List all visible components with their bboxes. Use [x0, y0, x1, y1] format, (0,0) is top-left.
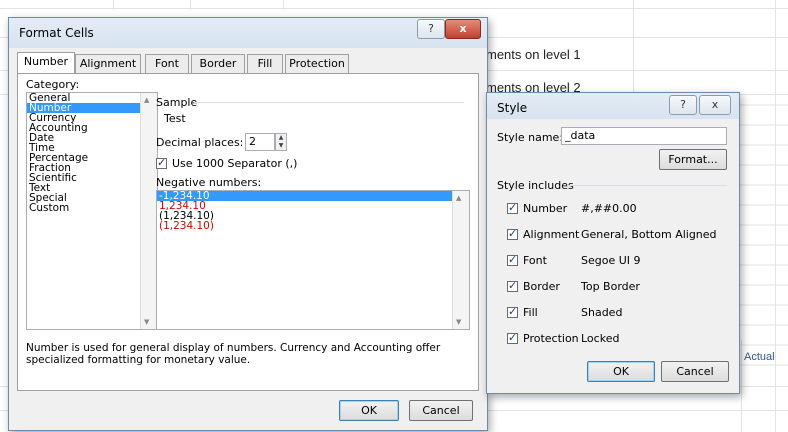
includes-divider — [567, 185, 727, 186]
style-dialog: Style ? x Style name: _data Format... St… — [486, 92, 740, 394]
include-font-value: Segoe UI 9 — [581, 254, 641, 267]
include-alignment-label: Alignment — [523, 228, 580, 241]
help-icon: ? — [428, 22, 434, 35]
tab-alignment[interactable]: Alignment — [75, 54, 141, 73]
scroll-up-icon[interactable]: ▲ — [144, 96, 149, 104]
sample-value: Test — [164, 112, 186, 125]
close-button[interactable]: x — [445, 19, 481, 39]
close-icon: x — [711, 98, 719, 111]
include-protection-checkbox[interactable] — [507, 331, 518, 344]
include-number-checkbox[interactable] — [507, 201, 518, 214]
help-button[interactable]: ? — [669, 95, 697, 115]
sample-label: Sample — [156, 96, 198, 109]
dialog-title: Format Cells — [19, 26, 94, 40]
style-name-input[interactable]: _data — [561, 127, 727, 145]
include-alignment-checkbox[interactable] — [507, 227, 518, 240]
sample-divider — [194, 102, 464, 103]
style-titlebar: Style ? x — [487, 93, 739, 119]
scroll-down-icon[interactable]: ▼ — [456, 318, 461, 326]
category-scrollbar[interactable]: ▲ ▼ — [140, 93, 157, 329]
tab-number[interactable]: Number — [17, 52, 75, 73]
scroll-up-icon[interactable]: ▲ — [456, 194, 461, 202]
include-fill-label: Fill — [523, 306, 538, 319]
category-description: Number is used for general display of nu… — [26, 342, 441, 366]
style-cancel-button[interactable]: Cancel — [661, 361, 729, 382]
negative-scrollbar[interactable]: ▲ ▼ — [452, 191, 469, 329]
format-cells-titlebar: Format Cells ? x — [9, 18, 487, 48]
number-tab-panel: Category: General Number Currency Accoun… — [17, 73, 479, 391]
decimal-places-input[interactable]: 2 — [245, 133, 275, 151]
cell-text: ments on level 1 — [486, 47, 581, 62]
category-item[interactable]: Custom — [27, 203, 157, 214]
negative-numbers-listbox[interactable]: -1,234.10 1,234.10 (1,234.10) (1,234.10)… — [156, 190, 470, 330]
include-border-checkbox[interactable] — [507, 279, 518, 292]
include-alignment-value: General, Bottom Aligned — [581, 228, 717, 241]
include-font-label: Font — [523, 254, 547, 267]
tab-border[interactable]: Border — [191, 54, 245, 73]
include-font-checkbox[interactable] — [507, 253, 518, 266]
cancel-button[interactable]: Cancel — [409, 400, 473, 421]
include-border-label: Border — [523, 280, 560, 293]
category-listbox[interactable]: General Number Currency Accounting Date … — [26, 92, 158, 330]
cell-actual: Actual — [744, 351, 775, 363]
decimal-spinner[interactable]: ▲ ▼ — [275, 133, 287, 151]
include-number-label: Number — [523, 202, 568, 215]
close-button[interactable]: x — [699, 95, 731, 115]
include-number-value: #,##0.00 — [581, 202, 637, 215]
help-button[interactable]: ? — [417, 19, 445, 39]
spin-up-icon[interactable]: ▲ — [276, 134, 286, 142]
include-border-value: Top Border — [581, 280, 640, 293]
style-name-label: Style name: — [497, 131, 564, 144]
category-label: Category: — [26, 78, 80, 91]
include-fill-value: Shaded — [581, 306, 623, 319]
style-ok-button[interactable]: OK — [587, 361, 655, 382]
negative-numbers-label: Negative numbers: — [156, 176, 262, 189]
decimal-places-label: Decimal places: — [156, 136, 244, 149]
format-cells-dialog: Format Cells ? x Number Alignment Font B… — [8, 17, 488, 431]
help-icon: ? — [680, 98, 686, 111]
tab-fill[interactable]: Fill — [247, 54, 283, 73]
separator-checkbox[interactable] — [156, 156, 167, 169]
scroll-down-icon[interactable]: ▼ — [144, 318, 149, 326]
tab-font[interactable]: Font — [145, 54, 189, 73]
separator-label: Use 1000 Separator (,) — [172, 157, 298, 170]
style-includes-label: Style includes — [497, 179, 574, 192]
tab-strip: Number Alignment Font Border Fill Protec… — [17, 52, 477, 74]
include-fill-checkbox[interactable] — [507, 305, 518, 318]
negative-option[interactable]: (1,234.10) — [157, 221, 469, 232]
include-protection-label: Protection — [523, 332, 579, 345]
style-dialog-title: Style — [497, 101, 528, 115]
format-button[interactable]: Format... — [659, 149, 727, 170]
include-protection-value: Locked — [581, 332, 620, 345]
close-icon: x — [459, 22, 467, 35]
ok-button[interactable]: OK — [339, 400, 399, 421]
spin-down-icon[interactable]: ▼ — [276, 142, 286, 150]
tab-protection[interactable]: Protection — [285, 54, 349, 73]
